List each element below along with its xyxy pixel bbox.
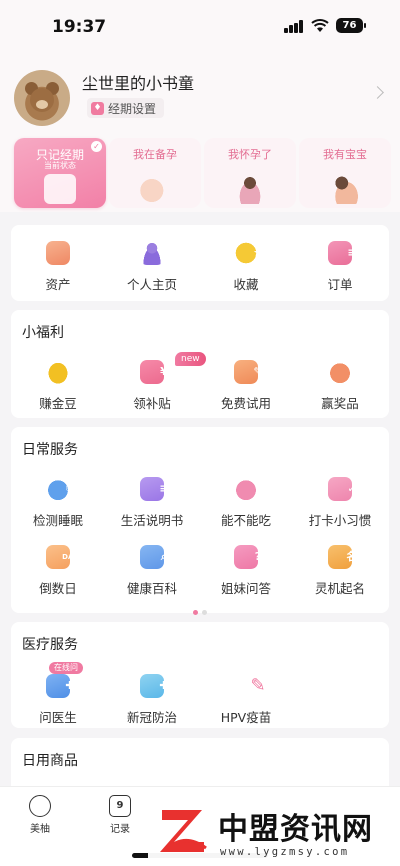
period-icon: ♦ <box>91 101 104 115</box>
welfare-card: 小福利 赚金豆 ¥ 领补贴 new ✎ 免费试用 赢奖品 <box>11 310 389 418</box>
welfare-label: 免费试用 <box>220 396 271 411</box>
watermark-url: www.lygzmsy.com <box>220 846 350 858</box>
vaccine-icon: ✎ <box>250 675 266 696</box>
mother-baby-illustration-icon <box>329 174 361 204</box>
watermark-title: 中盟资讯网 <box>218 812 373 847</box>
yen-icon: ¥ <box>140 360 168 384</box>
service-label: 姐妹问答 <box>220 581 271 596</box>
new-badge: new <box>175 352 206 366</box>
person-icon <box>140 241 164 265</box>
welfare-label: 赚金豆 <box>39 396 77 411</box>
health-wiki-icon: ⌕ <box>140 545 167 569</box>
naming-icon: 名 <box>328 545 358 569</box>
service-label: 健康百科 <box>126 581 177 596</box>
section-title: 小福利 <box>22 325 64 341</box>
prize-icon <box>328 360 352 384</box>
doctor-icon: ✚ <box>46 674 75 698</box>
period-settings-button[interactable]: ♦ 经期设置 <box>87 98 165 118</box>
countdown-icon: DAY <box>46 545 78 569</box>
tab-home[interactable]: 美柚 <box>10 795 70 835</box>
mode-label: 我怀孕了 <box>228 148 272 161</box>
service-label: 倒数日 <box>39 581 77 596</box>
mode-sub: 当前状态 <box>44 161 76 170</box>
quick-link-label: 个人主页 <box>126 277 177 292</box>
calendar-illustration-icon <box>44 174 76 204</box>
section-title: 医疗服务 <box>22 637 78 653</box>
free-trial-icon: ✎ <box>234 360 263 384</box>
welfare-label: 领补贴 <box>133 396 171 411</box>
star-icon: ★ <box>234 241 263 265</box>
welfare-label: 赢奖品 <box>321 396 359 411</box>
online-badge: 在线问 <box>49 662 83 674</box>
service-label: 能不能吃 <box>220 513 271 528</box>
mode-have-baby[interactable]: 我有宝宝 <box>299 138 391 208</box>
avatar[interactable] <box>14 70 70 126</box>
quick-link-label: 收藏 <box>233 277 259 292</box>
habit-checkin-icon: ✓ <box>328 477 357 501</box>
medical-services-card: 医疗服务 在线问 ✚ 问医生 ✚ 新冠防治 ✎ HPV疫苗 <box>11 622 389 728</box>
mode-selector: ✓ 只记经期 当前状态 我在备孕 我怀孕了 我有宝宝 <box>10 138 391 208</box>
cellular-signal-icon <box>284 20 304 33</box>
tab-record[interactable]: 9 记录 <box>90 795 150 835</box>
service-label: 打卡小习惯 <box>308 513 372 528</box>
page-indicator <box>11 600 389 619</box>
tab-label: 记录 <box>110 824 130 835</box>
service-label: 生活说明书 <box>120 513 184 528</box>
gold-bean-icon <box>46 360 70 384</box>
home-icon <box>29 795 51 817</box>
chevron-right-icon[interactable] <box>371 86 384 99</box>
status-bar: 19:37 76 <box>0 0 400 52</box>
pregnant-illustration-icon <box>234 174 266 204</box>
manual-icon: ≡ <box>140 477 169 501</box>
medical-label: HPV疫苗 <box>220 710 272 725</box>
section-title: 日用商品 <box>22 753 78 769</box>
can-eat-icon: ? <box>234 477 261 501</box>
watermark-logo-icon <box>160 810 207 852</box>
mode-label: 我有宝宝 <box>323 148 367 161</box>
qa-icon: ? <box>234 545 261 569</box>
order-icon: ≡ <box>328 241 357 265</box>
medical-label: 问医生 <box>39 710 77 725</box>
calendar-icon: 9 <box>109 795 131 817</box>
covid-shield-icon: ✚ <box>140 674 169 698</box>
section-title: 日常服务 <box>22 442 78 458</box>
mode-label: 我在备孕 <box>133 148 177 161</box>
sleep-icon: ☾ <box>46 477 75 501</box>
clock: 19:37 <box>52 17 107 37</box>
tab-label: 美柚 <box>30 824 50 835</box>
username[interactable]: 尘世里的小书童 <box>82 70 194 94</box>
mode-pregnant[interactable]: 我怀孕了 <box>204 138 296 208</box>
mode-trying-to-conceive[interactable]: 我在备孕 <box>109 138 201 208</box>
wifi-icon <box>311 19 329 32</box>
quick-link-label: 资产 <box>45 277 71 292</box>
quick-link-label: 订单 <box>327 277 353 292</box>
daily-services-card: 日常服务 ☾ 检测睡眠 ≡ 生活说明书 ? 能不能吃 ✓ 打卡小习惯 DAY 倒… <box>11 427 389 615</box>
wallet-icon <box>46 241 70 265</box>
hand-illustration-icon <box>139 174 171 204</box>
watermark: 中盟资讯网 www.lygzmsy.com <box>148 796 400 866</box>
mode-period-only[interactable]: ✓ 只记经期 当前状态 <box>14 138 106 208</box>
period-settings-label: 经期设置 <box>108 101 157 116</box>
profile-header: 尘世里的小书童 ♦ 经期设置 ✓ 只记经期 当前状态 我在备孕 我怀孕了 我有宝… <box>0 52 400 212</box>
quick-links-card: 资产 个人主页 ★ 收藏 ≡ 订单 <box>11 225 389 301</box>
service-label: 检测睡眠 <box>32 513 83 528</box>
medical-label: 新冠防治 <box>126 710 177 725</box>
service-label: 灵机起名 <box>314 581 365 596</box>
battery-icon: 76 <box>336 18 366 33</box>
